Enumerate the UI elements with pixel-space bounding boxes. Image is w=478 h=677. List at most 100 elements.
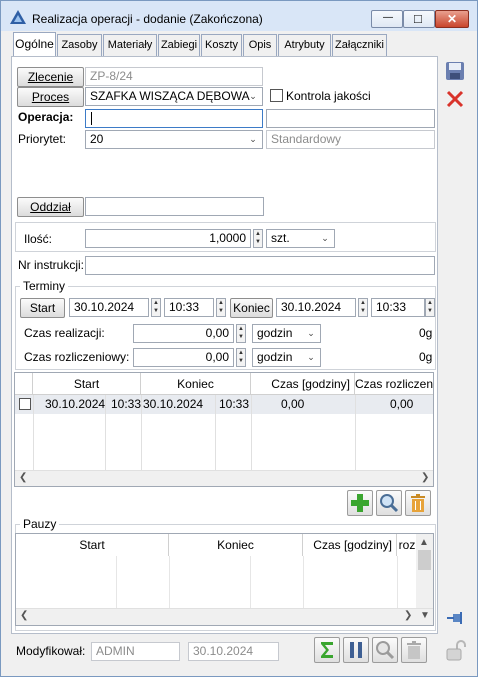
save-button[interactable] xyxy=(444,60,468,84)
operacja-field[interactable] xyxy=(85,109,263,128)
chevron-down-icon: ⌄ xyxy=(249,134,257,144)
pause-icon xyxy=(350,642,362,658)
koniec-date-field[interactable]: 30.10.2024 xyxy=(276,298,356,317)
grid-header-czas[interactable]: Czas [godziny] xyxy=(251,373,355,395)
tab-opis[interactable]: Opis xyxy=(243,34,277,56)
zlecenie-field[interactable]: ZP-8/24 xyxy=(85,67,263,86)
koniec-time-field[interactable]: 10:33 xyxy=(371,298,425,317)
priorytet-select[interactable]: 20 ⌄ xyxy=(85,130,263,149)
terminy-title: Terminy xyxy=(20,279,69,293)
pauzy-header-start[interactable]: Start xyxy=(16,534,169,556)
tab-zabiegi[interactable]: Zabiegi xyxy=(158,34,200,56)
pin-button[interactable] xyxy=(444,607,468,631)
czas-rozliczeniowy-spinner[interactable]: ▲ ▼ xyxy=(236,348,246,367)
czas-realizacji-spinner[interactable]: ▲ ▼ xyxy=(236,324,246,343)
pauzy-title: Pauzy xyxy=(20,517,60,531)
operacja-cursor xyxy=(91,112,92,125)
pauzy-header-roz[interactable]: roz xyxy=(397,534,417,556)
plus-icon xyxy=(351,494,369,512)
tab-zalaczniki[interactable]: Załączniki xyxy=(332,34,387,56)
add-button[interactable] xyxy=(347,490,373,516)
row-start-time: 10:33 xyxy=(111,397,142,411)
table-row[interactable]: 30.10.2024 10:33 30.10.2024 10:33 0,00 0… xyxy=(15,395,433,414)
pauzy-header-czas[interactable]: Czas [godziny] xyxy=(303,534,397,556)
grid-col-divider xyxy=(105,395,106,471)
ilosc-unit-select[interactable]: szt. ⌄ xyxy=(266,229,335,248)
start-time-field[interactable]: 10:33 xyxy=(164,298,214,317)
start-button[interactable]: Start xyxy=(20,298,65,318)
cancel-button[interactable] xyxy=(444,88,468,112)
grid-header-koniec[interactable]: Koniec xyxy=(141,373,251,395)
kontrola-jakosci-label: Kontrola jakości xyxy=(286,89,371,103)
tab-ogolne[interactable]: Ogólne xyxy=(13,32,56,56)
grid-col-divider xyxy=(215,395,216,471)
lock-button[interactable] xyxy=(444,639,468,663)
kontrola-jakosci-checkbox[interactable] xyxy=(270,89,283,102)
chevron-down-icon: ⌄ xyxy=(249,91,257,101)
ilosc-spinner[interactable]: ▲ ▼ xyxy=(253,229,263,248)
row-end-time: 10:33 xyxy=(219,397,250,411)
tab-zasoby[interactable]: Zasoby xyxy=(57,34,102,56)
pause-button[interactable] xyxy=(343,637,369,663)
koniec-time-spinner[interactable]: ▲ ▼ xyxy=(425,298,435,317)
nr-instrukcji-label: Nr instrukcji: xyxy=(18,258,85,272)
grid-header: Start Koniec Czas [godziny] Czas rozlicz… xyxy=(15,373,433,395)
tab-panel-ogolne: Zlecenie ZP-8/24 Proces SZAFKA WISZĄCA D… xyxy=(11,56,438,634)
tab-materialy[interactable]: Materiały xyxy=(103,34,157,56)
czas-realizacji-unit-select[interactable]: godzin ⌄ xyxy=(252,324,321,343)
scroll-down-icon[interactable]: ▼ xyxy=(420,610,430,621)
horizontal-scrollbar[interactable]: ❮ ❯ ▼ xyxy=(16,608,433,625)
scroll-thumb[interactable] xyxy=(418,550,431,570)
scroll-left-icon[interactable]: ❮ xyxy=(19,472,27,483)
ilosc-field[interactable]: 1,0000 xyxy=(85,229,251,248)
proces-button[interactable]: Proces xyxy=(17,87,84,107)
zlecenie-button[interactable]: Zlecenie xyxy=(17,67,84,87)
scroll-left-icon[interactable]: ❮ xyxy=(20,610,28,621)
nr-instrukcji-field[interactable] xyxy=(85,256,435,275)
pauzy-grid: Start Koniec Czas [godziny] roz ▲ ❮ ❯ ▼ xyxy=(15,533,434,626)
operacja-desc-field[interactable] xyxy=(266,109,435,128)
grid-col-divider xyxy=(141,395,142,471)
koniec-button-label: Koniec xyxy=(233,301,270,315)
preview-button xyxy=(372,637,398,663)
proces-select[interactable]: SZAFKA WISZĄCA DĘBOWA ⌄ xyxy=(85,87,263,106)
koniec-button[interactable]: Koniec xyxy=(230,298,273,318)
czas-rozliczeniowy-field[interactable]: 0,00 xyxy=(133,348,234,367)
sum-button[interactable] xyxy=(314,637,340,663)
oddzial-button[interactable]: Oddział xyxy=(17,197,84,217)
grid-header-czas-rozl[interactable]: Czas rozliczenio xyxy=(355,373,433,395)
pauzy-header-koniec[interactable]: Koniec xyxy=(169,534,303,556)
tab-koszty[interactable]: Koszty xyxy=(201,34,242,56)
oddzial-field[interactable] xyxy=(85,197,264,216)
priorytet-label: Priorytet: xyxy=(18,132,67,146)
start-time-spinner[interactable]: ▲ ▼ xyxy=(216,298,226,317)
scroll-right-icon[interactable]: ❯ xyxy=(421,472,429,483)
koniec-date-spinner[interactable]: ▲ ▼ xyxy=(358,298,368,317)
grid-col-divider xyxy=(251,395,252,471)
horizontal-scrollbar[interactable]: ❮ ❯ xyxy=(15,470,433,486)
proces-select-value: SZAFKA WISZĄCA DĘBOWA xyxy=(90,89,250,103)
floppy-disk-icon xyxy=(446,62,464,80)
start-date-field[interactable]: 30.10.2024 xyxy=(69,298,149,317)
grid-col-divider xyxy=(303,556,304,608)
vertical-scrollbar[interactable]: ▲ xyxy=(416,534,433,608)
scroll-up-icon[interactable]: ▲ xyxy=(419,537,429,548)
chevron-down-icon: ⌄ xyxy=(307,352,315,362)
start-date-spinner[interactable]: ▲ ▼ xyxy=(151,298,161,317)
minimize-button[interactable]: — xyxy=(371,10,403,28)
grid-col-divider xyxy=(250,556,251,608)
row-checkbox[interactable] xyxy=(19,398,31,410)
delete-button[interactable] xyxy=(405,490,431,516)
czas-realizacji-field[interactable]: 0,00 xyxy=(133,324,234,343)
grid-col-divider xyxy=(116,556,117,608)
search-button[interactable] xyxy=(376,490,402,516)
czas-rozliczeniowy-unit-select[interactable]: godzin ⌄ xyxy=(252,348,321,367)
grid-col-divider xyxy=(355,395,356,471)
tab-atrybuty[interactable]: Atrybuty xyxy=(278,34,331,56)
czas-rozliczeniowy-label: Czas rozliczeniowy: xyxy=(24,350,130,364)
maximize-button[interactable]: □ xyxy=(403,10,435,28)
close-button[interactable]: ✕ xyxy=(435,10,469,28)
czas-realizacji-label: Czas realizacji: xyxy=(24,326,105,340)
grid-header-start[interactable]: Start xyxy=(33,373,141,395)
scroll-right-icon[interactable]: ❯ xyxy=(404,610,412,621)
